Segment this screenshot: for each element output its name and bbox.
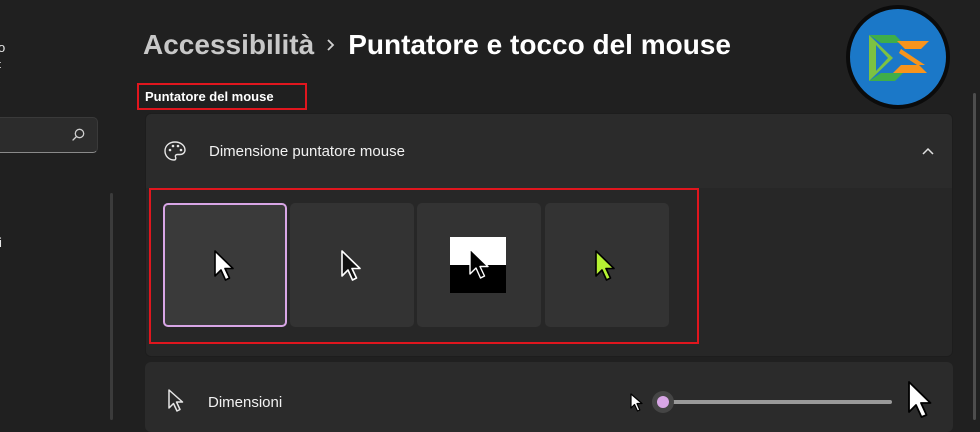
options-highlight-box (149, 188, 699, 344)
large-pointer-icon (908, 381, 932, 418)
pointer-size-slider-thumb[interactable] (652, 391, 674, 413)
search-icon[interactable] (70, 127, 86, 143)
small-pointer-icon (630, 393, 643, 412)
palette-icon (164, 141, 186, 161)
sidebar-search-box[interactable] (0, 117, 98, 153)
pointer-icon (168, 389, 184, 412)
page-title: Puntatore e tocco del mouse (348, 29, 731, 60)
sidebar-text-fragment: t (0, 59, 1, 71)
pointer-size-label: Dimensioni (208, 394, 283, 411)
pointer-style-header[interactable]: Dimensione puntatore mouse (146, 114, 952, 189)
breadcrumb: Accessibilità Puntatore e tocco del mous… (143, 24, 731, 66)
sidebar-text-fragment: i (0, 235, 2, 250)
channel-logo (846, 5, 950, 109)
pointer-style-label: Dimensione puntatore mouse (209, 143, 405, 160)
pointer-size-slider-track[interactable] (660, 400, 892, 404)
sidebar-text-fragment: o (0, 40, 6, 55)
pointer-size-card: Dimensioni (145, 362, 953, 432)
main-scrollbar[interactable] (973, 93, 976, 420)
section-title: Puntatore del mouse (137, 83, 307, 110)
chevron-up-icon[interactable] (920, 143, 936, 159)
sidebar-scrollbar[interactable] (110, 193, 113, 420)
breadcrumb-parent[interactable]: Accessibilità (143, 29, 314, 61)
chevron-right-icon (314, 37, 348, 53)
